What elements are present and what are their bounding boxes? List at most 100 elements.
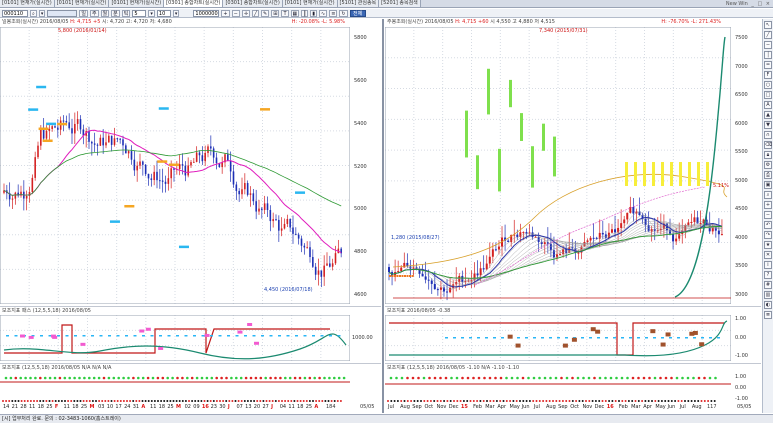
signal-dot bbox=[681, 376, 684, 380]
weekly-price-chart[interactable] bbox=[385, 27, 731, 304]
date-tick-label: Sep bbox=[412, 404, 422, 410]
ruler-icon[interactable]: ⊞ bbox=[271, 9, 280, 17]
layers-icon[interactable]: ≣ bbox=[764, 311, 772, 319]
weekly-chart-pane: 주봉조회(실시간) 2016/08/05 H: 4,715 +60 시 4,55… bbox=[385, 19, 761, 413]
tick-button[interactable]: 틱 bbox=[121, 9, 131, 17]
pane-splitter[interactable] bbox=[382, 19, 384, 413]
help-icon[interactable]: ? bbox=[764, 271, 772, 279]
vertical-line-icon[interactable]: │ bbox=[764, 51, 772, 59]
count-dropdown-icon[interactable]: ▾ bbox=[172, 9, 180, 17]
candle-body bbox=[139, 161, 141, 166]
tab-watchlist[interactable]: [5101] 관심종목 bbox=[337, 0, 380, 7]
minute-button[interactable]: 분 bbox=[111, 9, 120, 17]
line-tool-icon[interactable]: ╱ bbox=[252, 9, 260, 17]
signal-dot bbox=[410, 400, 413, 402]
zoom-in-icon[interactable]: + bbox=[221, 9, 230, 17]
zoom-icon[interactable]: ⌕ bbox=[764, 191, 772, 199]
date-tick-label: 11 bbox=[150, 404, 157, 410]
zoom-out-icon[interactable]: − bbox=[231, 9, 240, 17]
period-dropdown-icon[interactable]: ▾ bbox=[148, 9, 155, 17]
new-window-button[interactable]: New Win bbox=[726, 1, 748, 7]
undo-icon[interactable]: ↶ bbox=[764, 221, 772, 229]
signal-dot bbox=[601, 400, 604, 402]
search-all-button[interactable]: 전체 bbox=[349, 9, 366, 17]
tab-current-price-1[interactable]: [0101] 현재가(실시간) bbox=[0, 0, 55, 7]
stock-code-input[interactable]: 000110 bbox=[2, 9, 28, 17]
signal-dot bbox=[613, 337, 616, 339]
crosshair-icon[interactable]: ✛ bbox=[241, 9, 251, 17]
signal-dot bbox=[85, 400, 88, 402]
search-icon[interactable]: ⌕ bbox=[30, 9, 37, 17]
maximize-icon[interactable]: □ bbox=[757, 1, 762, 7]
delete-icon[interactable]: ✕ bbox=[764, 251, 772, 259]
tab-stock-search[interactable]: [5201] 종목검색 bbox=[379, 0, 421, 7]
quantity-input[interactable]: 1000000 bbox=[193, 9, 220, 17]
bar-icon[interactable]: ▮ bbox=[310, 9, 318, 17]
tab-current-price-2[interactable]: [0101] 현재가(실시간) bbox=[54, 0, 110, 7]
color-icon[interactable]: ◐ bbox=[764, 301, 772, 309]
signal-dot bbox=[328, 376, 331, 380]
signal-dot bbox=[24, 376, 27, 380]
daily-price-axis: 5800 5600 5400 5200 5000 4800 4600 bbox=[352, 27, 381, 304]
cursor-icon[interactable]: ↖ bbox=[764, 21, 772, 29]
trendline-icon[interactable]: ╱ bbox=[764, 31, 772, 39]
monthly-button[interactable]: 월 bbox=[100, 9, 110, 17]
count-input[interactable]: 10 bbox=[156, 9, 171, 17]
arrow-up-icon[interactable]: ▲ bbox=[764, 111, 772, 119]
circle-icon[interactable]: ○ bbox=[764, 81, 772, 89]
weekly-high-annotation: 7,340 (2015/07/31) bbox=[539, 28, 588, 34]
minus-icon[interactable]: − bbox=[764, 211, 772, 219]
horizontal-line-icon[interactable]: ─ bbox=[764, 41, 772, 49]
candle-body bbox=[421, 273, 424, 277]
tab-current-price-4[interactable]: [0101] 현재가(실시간) bbox=[282, 0, 338, 7]
period-input[interactable]: 5 bbox=[132, 9, 147, 17]
weekly-indicator1-chart[interactable] bbox=[385, 315, 731, 361]
lock-icon[interactable]: 🔒︎ bbox=[764, 151, 772, 159]
settings-icon[interactable]: ⚙ bbox=[764, 161, 772, 169]
tab-chart-1[interactable]: [0301] 종합차트(실시간) bbox=[164, 0, 224, 7]
daily-price-chart[interactable] bbox=[0, 27, 350, 304]
star-icon[interactable]: ★ bbox=[764, 241, 772, 249]
arrow-down-icon[interactable]: ▼ bbox=[764, 121, 772, 129]
redo-icon[interactable]: ↷ bbox=[764, 231, 772, 239]
close-icon[interactable]: × bbox=[766, 1, 770, 7]
weekly-nav-label[interactable]: 05/05 bbox=[737, 404, 751, 410]
signal-dot bbox=[146, 376, 150, 380]
channel-icon[interactable]: ═ bbox=[764, 61, 772, 69]
text-tool-icon[interactable]: T bbox=[281, 9, 289, 17]
pen-icon[interactable]: ✎ bbox=[261, 9, 270, 17]
signal-dot bbox=[472, 376, 475, 380]
grid-icon[interactable]: ▦ bbox=[290, 9, 300, 17]
chevron-down-icon[interactable]: ▾ bbox=[38, 9, 46, 17]
weekly-button[interactable]: 주 bbox=[89, 9, 99, 17]
tab-current-price-3[interactable]: [0101] 현재가(실시간) bbox=[109, 0, 165, 7]
chart-type-icon[interactable]: ▥ bbox=[764, 291, 772, 299]
signal-dot bbox=[589, 337, 592, 339]
signal-dot bbox=[79, 400, 82, 402]
rectangle-icon[interactable]: □ bbox=[764, 91, 772, 99]
date-tick-label: J bbox=[271, 404, 273, 410]
daily-button[interactable]: 일 bbox=[79, 9, 88, 17]
candle-icon[interactable]: ┃ bbox=[301, 9, 309, 17]
daily-nav-label[interactable]: 05/05 bbox=[360, 404, 374, 410]
signal-dot bbox=[235, 335, 239, 337]
grid-toggle-icon[interactable]: # bbox=[764, 281, 772, 289]
text-icon[interactable]: A bbox=[764, 101, 772, 109]
fibonacci-icon[interactable]: F bbox=[764, 71, 772, 79]
eraser-icon[interactable]: ⌫ bbox=[764, 141, 772, 149]
print-icon[interactable]: ⎙ bbox=[764, 171, 772, 179]
price-tick-label: 4600 bbox=[354, 292, 367, 298]
compare-icon[interactable]: ≡ bbox=[329, 9, 338, 17]
plus-icon[interactable]: + bbox=[764, 201, 772, 209]
tab-chart-2[interactable]: [0301] 종합차트(실시간) bbox=[223, 0, 283, 7]
info-icon[interactable]: i bbox=[764, 261, 772, 269]
signal-dot bbox=[532, 400, 535, 402]
price-tick-label: 7500 bbox=[735, 35, 748, 41]
minimize-icon[interactable]: _ bbox=[751, 1, 754, 7]
refresh-icon[interactable]: ↻ bbox=[339, 9, 348, 17]
line-chart-icon[interactable]: ∿ bbox=[319, 9, 328, 17]
save-icon[interactable]: ▣ bbox=[764, 181, 772, 189]
signal-dot bbox=[218, 335, 222, 337]
daily-indicator1-chart[interactable] bbox=[0, 315, 350, 361]
magnet-icon[interactable]: ∩ bbox=[764, 131, 772, 139]
